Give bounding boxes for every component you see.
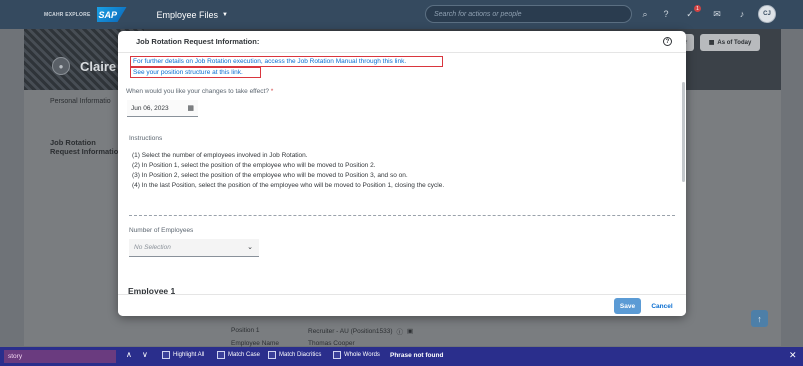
scroll-top-button[interactable]: ↑: [751, 310, 768, 327]
chevron-down-icon: ▼: [222, 11, 228, 18]
effective-date-label-text: When would you like your changes to take…: [126, 88, 269, 95]
checkbox-icon: [268, 351, 276, 359]
app-title-menu[interactable]: Employee Files ▼: [157, 10, 228, 20]
dialog-footer: Save Cancel: [118, 294, 686, 316]
person-icon: ●: [52, 57, 70, 75]
app-title-label: Employee Files: [156, 9, 219, 20]
search-icon[interactable]: ⌕: [639, 8, 651, 20]
position-label: Position 1: [231, 327, 260, 334]
calendar-icon: ▦: [708, 40, 715, 46]
find-input[interactable]: story: [4, 350, 116, 363]
employee-name-label: Employee Name: [231, 340, 280, 347]
bell-icon[interactable]: ♪: [736, 8, 748, 20]
num-employees-select[interactable]: No Selection ⌄: [129, 239, 259, 257]
job-rotation-manual-link[interactable]: For further details on Job Rotation exec…: [130, 56, 443, 67]
employee-name: Claire: [80, 59, 117, 74]
whole-words-label: Whole Words: [344, 352, 380, 358]
sap-logo[interactable]: SAP: [96, 7, 127, 22]
help-icon[interactable]: ?: [663, 37, 672, 46]
num-employees-value: No Selection: [134, 244, 171, 251]
employee-section-title: Employee 1: [128, 286, 176, 294]
instruction-item: (4) In the last Position, select the pos…: [132, 182, 445, 189]
instruction-item: (2) In Position 1, select the position o…: [132, 162, 376, 169]
required-mark: *: [270, 88, 274, 95]
highlight-all-label: Highlight All: [173, 352, 205, 358]
match-case-checkbox[interactable]: Match Case: [217, 351, 260, 359]
user-avatar[interactable]: CJ: [758, 5, 776, 23]
as-of-today-label: As of Today: [717, 39, 752, 46]
section-title: Job Rotation Request Information: [50, 138, 123, 156]
info-icon[interactable]: ⓘ: [397, 326, 404, 336]
date-value: Jun 06, 2023: [131, 104, 169, 112]
employee-name-value: Thomas Cooper: [308, 340, 355, 347]
position-value-text: Recruiter - AU (Position1533): [308, 327, 393, 335]
effective-date-input[interactable]: Jun 06, 2023 ▦: [127, 100, 198, 117]
org-chart-icon[interactable]: ▣: [407, 327, 413, 335]
find-next-icon[interactable]: ∨: [142, 350, 148, 359]
brand-label: MCAHR EXPLORE: [44, 11, 91, 18]
effective-date-label: When would you like your changes to take…: [126, 88, 273, 95]
as-of-today-button[interactable]: ▦ As of Today: [700, 34, 760, 51]
position-value: Recruiter - AU (Position1533) ⓘ ▣: [308, 326, 413, 337]
job-rotation-dialog: Job Rotation Request Information: ? For …: [118, 31, 686, 316]
dialog-body: For further details on Job Rotation exec…: [118, 54, 686, 294]
close-icon[interactable]: ✕: [789, 350, 797, 361]
position-structure-link[interactable]: See your position structure at this link…: [130, 67, 261, 78]
match-case-label: Match Case: [228, 352, 261, 358]
match-diacritics-label: Match Diacritics: [279, 352, 322, 358]
scrollbar[interactable]: [682, 82, 685, 182]
find-bar: story ∧ ∨ Highlight All Match Case Match…: [0, 347, 803, 366]
match-diacritics-checkbox[interactable]: Match Diacritics: [268, 351, 321, 359]
cancel-button[interactable]: Cancel: [648, 298, 676, 314]
save-button[interactable]: Save: [614, 298, 641, 314]
checkbox-icon: [333, 351, 341, 359]
dialog-title: Job Rotation Request Information:: [136, 37, 260, 46]
find-previous-icon[interactable]: ∧: [126, 350, 132, 359]
calendar-icon[interactable]: ▦: [187, 104, 194, 112]
shell-header: MCAHR EXPLORE SAP Employee Files ▼: [0, 0, 803, 29]
instructions-list: (1) Select the number of employees invol…: [132, 151, 444, 191]
help-icon[interactable]: ?: [660, 8, 672, 20]
checkbox-icon: [162, 351, 170, 359]
find-status: Phrase not found: [390, 352, 444, 359]
notification-badge: 1: [694, 5, 701, 12]
tab-personal-information[interactable]: Personal Informatio: [50, 98, 111, 105]
instruction-item: (1) Select the number of employees invol…: [132, 152, 308, 159]
dialog-header: Job Rotation Request Information: ?: [118, 31, 686, 53]
section-divider: [129, 215, 675, 216]
chevron-down-icon: ⌄: [247, 244, 253, 251]
whole-words-checkbox[interactable]: Whole Words: [333, 351, 380, 359]
checkbox-icon: [217, 351, 225, 359]
highlight-all-checkbox[interactable]: Highlight All: [162, 351, 204, 359]
chat-icon[interactable]: ✉: [711, 8, 723, 20]
instructions-label: Instructions: [129, 135, 163, 142]
shell-search-input[interactable]: Search for actions or people: [425, 5, 632, 23]
num-employees-label: Number of Employees: [129, 227, 194, 234]
instruction-item: (3) In Position 2, select the position o…: [132, 172, 408, 179]
